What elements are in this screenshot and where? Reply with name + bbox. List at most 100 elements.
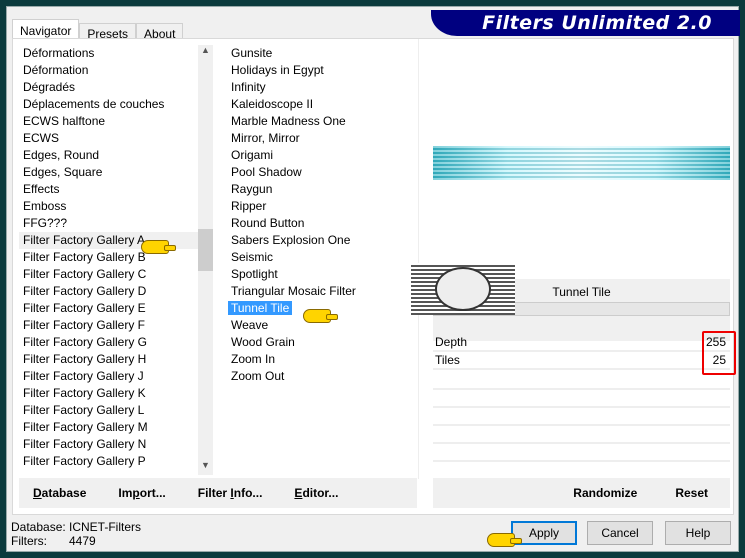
- list-item[interactable]: Sabers Explosion One: [227, 232, 417, 249]
- help-button[interactable]: Help: [665, 521, 731, 545]
- pointing-hand-icon: [141, 240, 176, 254]
- list-item-label: Déformations: [23, 46, 95, 60]
- list-item[interactable]: Filter Factory Gallery D: [19, 283, 199, 300]
- list-item-label: Wood Grain: [231, 335, 295, 349]
- param-slot: [433, 388, 730, 390]
- cancel-button[interactable]: Cancel: [587, 521, 653, 545]
- list-item-label: Holidays in Egypt: [231, 63, 324, 77]
- list-item[interactable]: Wood Grain: [227, 334, 417, 351]
- list-item[interactable]: Zoom Out: [227, 368, 417, 385]
- list-item[interactable]: Kaleidoscope II: [227, 96, 417, 113]
- list-item-label: ECWS: [23, 131, 59, 145]
- list-item[interactable]: Dégradés: [19, 79, 199, 96]
- list-item[interactable]: Filter Factory Gallery B: [19, 249, 199, 266]
- list-item[interactable]: Infinity: [227, 79, 417, 96]
- category-list[interactable]: Déformations Déformation Dégradés Déplaceme…: [19, 45, 199, 470]
- button-label-part: Im: [118, 486, 133, 500]
- list-item-label: Zoom Out: [231, 369, 285, 383]
- editor-button[interactable]: Editor...: [282, 486, 350, 500]
- database-button[interactable]: Database: [21, 486, 98, 500]
- list-item[interactable]: Filter Factory Gallery P: [19, 453, 199, 470]
- param-slot: [433, 424, 730, 426]
- param-depth[interactable]: Depth 255: [433, 334, 730, 352]
- scrollbar-thumb[interactable]: [198, 229, 213, 271]
- list-item[interactable]: Holidays in Egypt: [227, 62, 417, 79]
- list-item[interactable]: ECWS: [19, 130, 199, 147]
- list-item[interactable]: Filter Factory Gallery F: [19, 317, 199, 334]
- list-item-label: Filter Factory Gallery K: [23, 386, 146, 400]
- list-item[interactable]: Filter Factory Gallery M: [19, 419, 199, 436]
- list-item-label: Filter Factory Gallery G: [23, 335, 148, 349]
- list-item[interactable]: Filter Factory Gallery N: [19, 436, 199, 453]
- list-item-label: Filter Factory Gallery D: [23, 284, 147, 298]
- list-item[interactable]: Filter Factory Gallery K: [19, 385, 199, 402]
- filters-unlimited-window: Filters Unlimited 2.0 Navigator Presets …: [6, 6, 740, 552]
- scroll-down-icon[interactable]: ▼: [198, 460, 213, 475]
- list-item[interactable]: Edges, Square: [19, 164, 199, 181]
- list-item-label: Emboss: [23, 199, 67, 213]
- list-item[interactable]: Edges, Round: [19, 147, 199, 164]
- list-item[interactable]: Raygun: [227, 181, 417, 198]
- list-item-label: Origami: [231, 148, 274, 162]
- filter-list[interactable]: Gunsite Holidays in Egypt Infinity Kaleidos…: [227, 45, 417, 385]
- list-item-label: Déplacements de couches: [23, 97, 165, 111]
- filter-info-button[interactable]: Filter Info...: [186, 486, 275, 500]
- list-item[interactable]: Filter Factory Gallery G: [19, 334, 199, 351]
- list-item[interactable]: Triangular Mosaic Filter: [227, 283, 417, 300]
- list-item[interactable]: ECWS halftone: [19, 113, 199, 130]
- filters-label: Filters:: [11, 534, 47, 548]
- list-item-label: Pool Shadow: [231, 165, 302, 179]
- category-scrollbar[interactable]: ▲ ▼: [198, 45, 213, 475]
- list-item[interactable]: Déformation: [19, 62, 199, 79]
- left-button-bar: Database Import... Filter Info... Editor...: [19, 478, 417, 508]
- list-item[interactable]: Seismic: [227, 249, 417, 266]
- button-label-part: nfo...: [233, 486, 263, 500]
- list-item[interactable]: FFG???: [19, 215, 199, 232]
- list-item[interactable]: Gunsite: [227, 45, 417, 62]
- list-item[interactable]: Marble Madness One: [227, 113, 417, 130]
- list-item[interactable]: Filter Factory Gallery C: [19, 266, 199, 283]
- reset-button[interactable]: Reset: [663, 486, 720, 500]
- param-slot: [433, 460, 730, 462]
- list-item[interactable]: Filter Factory Gallery L: [19, 402, 199, 419]
- list-item-label: Filter Factory Gallery L: [23, 403, 145, 417]
- list-item[interactable]: Déplacements de couches: [19, 96, 199, 113]
- button-label-part: D: [33, 486, 42, 500]
- list-item-label: Weave: [231, 318, 269, 332]
- divider: [418, 39, 419, 479]
- list-item-label: Filter Factory Gallery B: [23, 250, 146, 264]
- list-item-label: Dégradés: [23, 80, 76, 94]
- list-item[interactable]: Zoom In: [227, 351, 417, 368]
- list-item-label: Zoom In: [231, 352, 276, 366]
- list-item[interactable]: Emboss: [19, 198, 199, 215]
- list-item-label: Effects: [23, 182, 60, 196]
- list-item[interactable]: Déformations: [19, 45, 199, 62]
- list-item[interactable]: Filter Factory Gallery E: [19, 300, 199, 317]
- scroll-up-icon[interactable]: ▲: [198, 45, 213, 60]
- list-item[interactable]: Origami: [227, 147, 417, 164]
- list-item[interactable]: Spotlight: [227, 266, 417, 283]
- watermark-logo: [411, 263, 515, 315]
- list-item[interactable]: Ripper: [227, 198, 417, 215]
- list-item[interactable]: Pool Shadow: [227, 164, 417, 181]
- list-item-label: Infinity: [231, 80, 266, 94]
- list-item-label: Filter Factory Gallery C: [23, 267, 147, 281]
- list-item[interactable]: Round Button: [227, 215, 417, 232]
- list-item[interactable]: Filter Factory Gallery H: [19, 351, 199, 368]
- list-item-label: Mirror, Mirror: [231, 131, 300, 145]
- app-title: Filters Unlimited 2.0: [482, 12, 712, 34]
- param-label: Depth: [435, 335, 468, 349]
- param-tiles[interactable]: Tiles 25: [433, 352, 730, 370]
- list-item[interactable]: Filter Factory Gallery J: [19, 368, 199, 385]
- filter-preview: [433, 146, 730, 180]
- list-item-label: Gunsite: [231, 46, 273, 60]
- list-item[interactable]: Effects: [19, 181, 199, 198]
- list-item-label: Déformation: [23, 63, 89, 77]
- import-button[interactable]: Import...: [106, 486, 177, 500]
- randomize-button[interactable]: Randomize: [561, 486, 649, 500]
- highlight-box: [702, 331, 736, 375]
- list-item-label: Kaleidoscope II: [231, 97, 314, 111]
- param-slot: [433, 442, 730, 444]
- list-item-label: Filter Factory Gallery N: [23, 437, 147, 451]
- list-item[interactable]: Mirror, Mirror: [227, 130, 417, 147]
